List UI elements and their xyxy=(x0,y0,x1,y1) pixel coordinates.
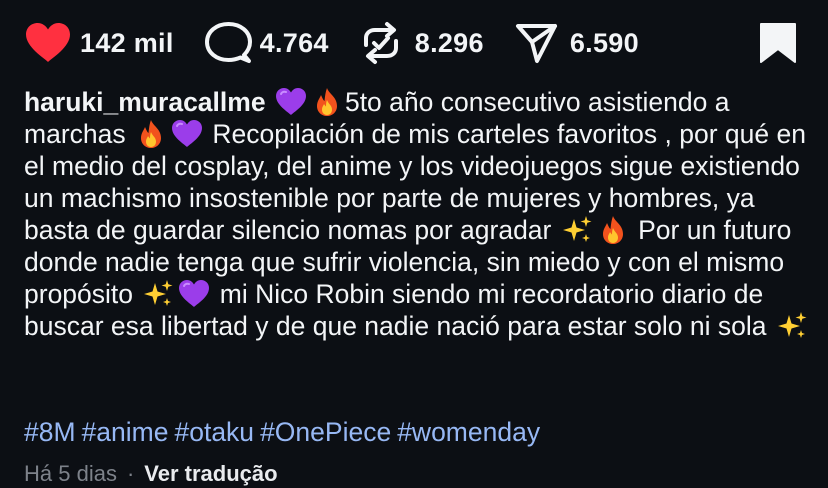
post-caption: haruki_muracallme 5to año consecutivo as… xyxy=(24,86,814,342)
fire-emoji-icon xyxy=(135,119,167,149)
heart-icon[interactable] xyxy=(24,18,74,68)
sparkles-emoji-icon xyxy=(142,279,174,309)
purple-heart-emoji-icon xyxy=(171,119,203,149)
purple-heart-emoji-icon xyxy=(178,279,210,309)
comment-icon[interactable] xyxy=(204,18,254,68)
like-count: 142 mil xyxy=(80,27,174,58)
repost-count: 8.296 xyxy=(414,27,484,58)
username-link[interactable]: haruki_muracallme xyxy=(24,87,266,117)
like-action[interactable]: 142 mil xyxy=(24,18,174,68)
sparkles-emoji-icon xyxy=(776,311,808,341)
share-count: 6.590 xyxy=(569,27,639,58)
purple-heart-emoji-icon xyxy=(275,87,307,117)
post-timestamp: Há 5 dias xyxy=(24,461,117,486)
hashtag-link[interactable]: #anime xyxy=(82,417,169,447)
hashtag-link[interactable]: #womenday xyxy=(397,417,540,447)
comment-count: 4.764 xyxy=(259,27,329,58)
see-translation-link[interactable]: Ver tradução xyxy=(144,461,277,486)
bookmark-icon[interactable] xyxy=(758,22,798,64)
hashtag-link[interactable]: #otaku xyxy=(174,417,254,447)
fire-emoji-icon xyxy=(311,87,343,117)
hashtag-link[interactable]: #8M xyxy=(24,417,76,447)
fire-emoji-icon xyxy=(597,215,629,245)
repost-action[interactable]: 8.296 xyxy=(359,18,484,68)
send-icon[interactable] xyxy=(514,18,564,68)
post-action-bar: 142 mil 4.764 8.296 6.590 xyxy=(24,18,804,68)
sparkles-emoji-icon xyxy=(561,215,593,245)
hashtag-link[interactable]: #OnePiece xyxy=(260,417,391,447)
comment-action[interactable]: 4.764 xyxy=(204,18,329,68)
hashtag-list: #8M #anime #otaku #OnePiece #womenday xyxy=(24,416,546,448)
footer-separator: · xyxy=(126,461,135,486)
share-action[interactable]: 6.590 xyxy=(514,18,639,68)
post-footer: Há 5 dias · Ver tradução xyxy=(24,460,278,488)
repost-icon[interactable] xyxy=(359,18,409,68)
